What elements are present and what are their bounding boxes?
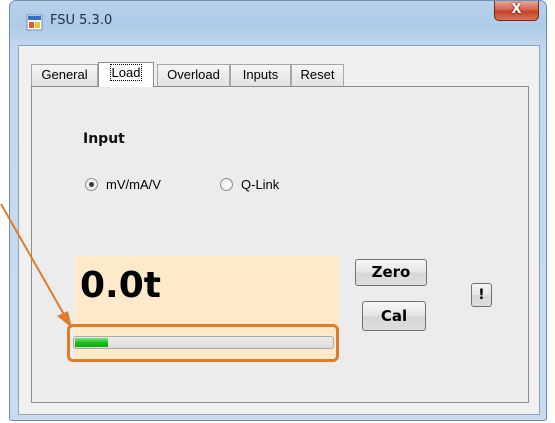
tab-load-label: Load (109, 64, 143, 81)
annotation-arrow (0, 203, 72, 328)
tab-load[interactable]: Load (98, 62, 154, 87)
